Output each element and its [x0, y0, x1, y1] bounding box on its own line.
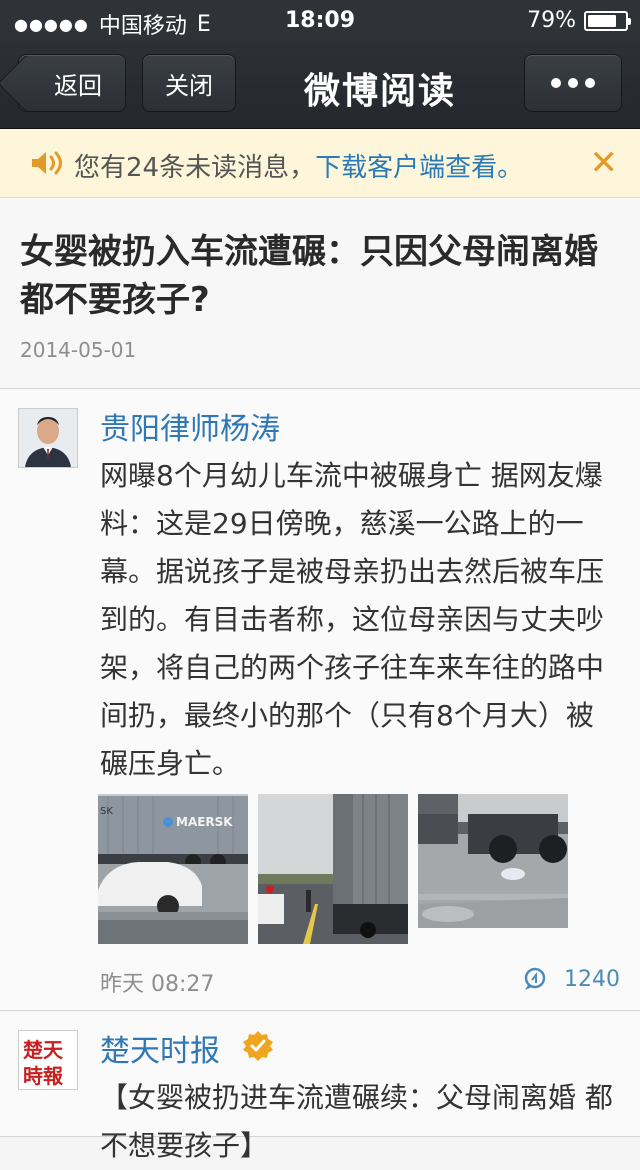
battery-fill	[588, 14, 616, 27]
back-arrow-icon	[0, 54, 56, 113]
weibo-post: 贵阳律师杨涛 网曝8个月幼儿车流中被碾身亡 据网友爆料：这是29日傍晚，慈溪一公…	[0, 390, 640, 1011]
more-button[interactable]	[524, 54, 622, 112]
post-time: 昨天 08:27	[100, 972, 215, 997]
status-bar: ●●●●● 中国移动 E 18:09 79%	[0, 0, 640, 40]
svg-text:時報: 時報	[23, 1064, 64, 1088]
comment-count: 1240	[564, 966, 620, 992]
post-images: SK MAERSK	[98, 794, 568, 944]
battery-icon	[584, 10, 631, 31]
download-client-link[interactable]: 下载客户端查看。	[315, 153, 523, 183]
unread-notice-banner: 您有24条未读消息，下载客户端查看。 ✕	[0, 129, 640, 198]
post-image-3[interactable]	[418, 794, 568, 928]
avatar[interactable]: 楚天 時報	[18, 1030, 78, 1090]
close-button-label: 关闭	[165, 71, 213, 100]
article-title: 女婴被扔入车流遭碾：只因父母闹离婚都不要孩子?	[20, 232, 598, 320]
comments-button[interactable]: 1240	[522, 966, 620, 992]
battery-status: 79%	[527, 8, 631, 33]
post-text: 网曝8个月幼儿车流中被碾身亡 据网友爆料：这是29日傍晚，慈溪一公路上的一幕。据…	[100, 459, 605, 780]
post-author[interactable]: 贵阳律师杨涛	[100, 404, 280, 448]
notice-close-icon[interactable]: ✕	[590, 143, 619, 183]
weibo-post: 楚天 時報 楚天时报 【女婴被扔进车流遭碾续：父母闹离婚 都不想要孩子】	[0, 1012, 640, 1162]
close-button[interactable]: 关闭	[142, 54, 236, 112]
verified-badge-icon	[243, 1031, 273, 1061]
container-brand-text: MAERSK	[176, 815, 233, 829]
post-image-1[interactable]: SK MAERSK	[98, 794, 248, 944]
comment-icon	[524, 967, 546, 990]
article-header: 女婴被扔入车流遭碾：只因父母闹离婚都不要孩子? 2014-05-01	[0, 198, 640, 389]
nav-bar: 返回 关闭 微博阅读	[0, 40, 640, 129]
speaker-icon	[32, 151, 62, 175]
post-author[interactable]: 楚天时报	[100, 1026, 220, 1070]
notice-text: 您有24条未读消息，下载客户端查看。	[74, 147, 523, 184]
container-text-partial: SK	[100, 806, 113, 817]
notice-message: 您有24条未读消息，	[74, 153, 316, 183]
article-date: 2014-05-01	[20, 338, 137, 362]
avatar[interactable]	[18, 408, 78, 468]
chutian-logo-avatar: 楚天 時報	[19, 1031, 77, 1089]
post-text: 【女婴被扔进车流遭碾续：父母闹离婚 都不想要孩子】	[100, 1081, 613, 1162]
more-dots-icon	[551, 78, 595, 88]
back-button-label: 返回	[54, 71, 102, 100]
battery-percent: 79%	[527, 8, 576, 33]
svg-text:楚天: 楚天	[23, 1038, 64, 1062]
post-image-2[interactable]	[258, 794, 408, 944]
back-button[interactable]: 返回	[0, 54, 126, 113]
person-avatar-image	[19, 409, 77, 467]
page-title: 微博阅读	[303, 71, 456, 112]
